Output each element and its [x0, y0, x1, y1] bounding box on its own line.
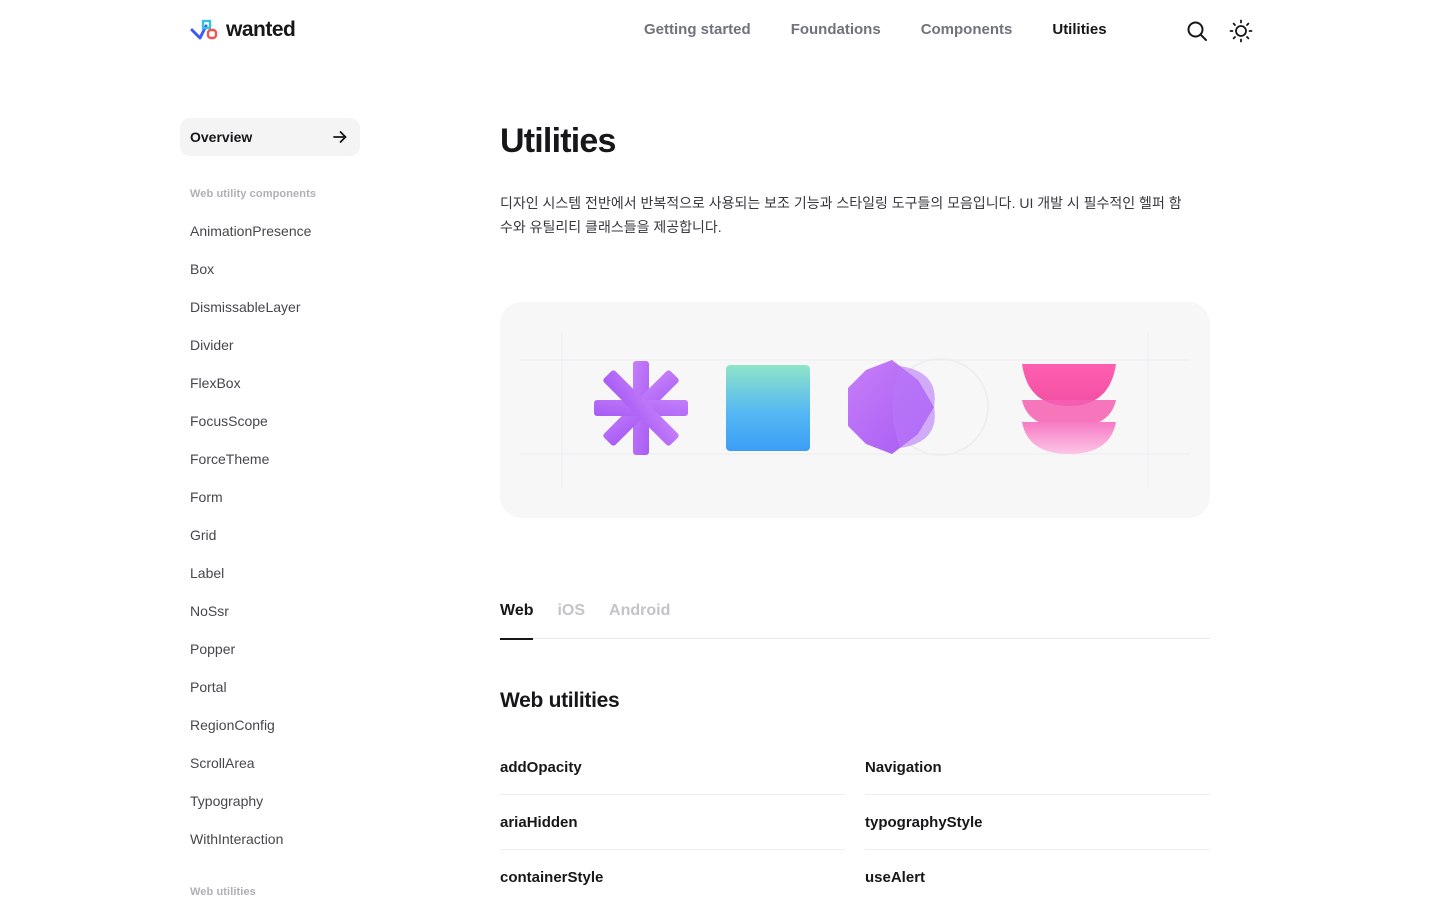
tab-web[interactable]: Web	[500, 594, 534, 640]
wanted-logo-icon	[190, 19, 218, 40]
search-button[interactable]	[1185, 19, 1209, 43]
sidebar-item-forcetheme[interactable]: ForceTheme	[180, 440, 360, 478]
sidebar-item-regionconfig[interactable]: RegionConfig	[180, 706, 360, 744]
stacked-semicircles-shape	[1022, 364, 1116, 454]
theme-toggle-button[interactable]	[1229, 19, 1253, 43]
nav-components[interactable]: Components	[921, 21, 1013, 38]
platform-tabs: Web iOS Android	[500, 594, 1210, 640]
nav-utilities[interactable]: Utilities	[1052, 21, 1106, 38]
sidebar: Overview Web utility components Animatio…	[180, 118, 360, 900]
sidebar-item-nossr[interactable]: NoSsr	[180, 592, 360, 630]
sidebar-item-grid[interactable]: Grid	[180, 516, 360, 554]
top-header: wanted Getting started Foundations Compo…	[0, 0, 1440, 62]
sidebar-overview-link[interactable]: Overview	[180, 118, 360, 156]
utility-link[interactable]: containerStyle	[500, 850, 845, 900]
sidebar-item-box[interactable]: Box	[180, 250, 360, 288]
arrow-right-icon	[333, 131, 347, 143]
utilities-list: addOpacity Navigation ariaHidden typogra…	[500, 740, 1210, 900]
search-icon	[1187, 21, 1207, 41]
utility-link[interactable]: addOpacity	[500, 740, 845, 795]
square-shape	[726, 365, 810, 451]
sidebar-item-popper[interactable]: Popper	[180, 630, 360, 668]
sun-icon	[1229, 19, 1253, 43]
nav-getting-started[interactable]: Getting started	[644, 21, 751, 38]
tab-android[interactable]: Android	[609, 594, 670, 639]
sidebar-section-title-web-utilities: Web utilities	[190, 886, 256, 898]
sidebar-item-form[interactable]: Form	[180, 478, 360, 516]
tab-ios[interactable]: iOS	[557, 594, 585, 639]
hero-illustration	[500, 302, 1210, 518]
sidebar-item-typography[interactable]: Typography	[180, 782, 360, 820]
header-actions	[1185, 19, 1253, 43]
hero-shapes-graphic	[520, 332, 1190, 488]
overview-label: Overview	[190, 129, 253, 145]
top-navigation: Getting started Foundations Components U…	[644, 21, 1107, 38]
utility-link[interactable]: Navigation	[865, 740, 1210, 795]
sidebar-item-scrollarea[interactable]: ScrollArea	[180, 744, 360, 782]
sidebar-section-title: Web utility components	[190, 188, 317, 200]
brand-logo[interactable]: wanted	[190, 18, 296, 42]
section-title: Web utilities	[500, 689, 620, 712]
sidebar-list: AnimationPresence Box DismissableLayer D…	[180, 212, 360, 858]
sidebar-item-focusscope[interactable]: FocusScope	[180, 402, 360, 440]
sidebar-item-dismissablelayer[interactable]: DismissableLayer	[180, 288, 360, 326]
sidebar-item-withinteraction[interactable]: WithInteraction	[180, 820, 360, 858]
utility-link[interactable]: typographyStyle	[865, 795, 1210, 850]
utility-link[interactable]: useAlert	[865, 850, 1210, 900]
sidebar-item-flexbox[interactable]: FlexBox	[180, 364, 360, 402]
main-content: Utilities 디자인 시스템 전반에서 반복적으로 사용되는 보조 기능과…	[500, 118, 1210, 886]
sidebar-item-divider[interactable]: Divider	[180, 326, 360, 364]
brand-name: wanted	[226, 18, 296, 41]
sidebar-item-animationpresence[interactable]: AnimationPresence	[180, 212, 360, 250]
page-description: 디자인 시스템 전반에서 반복적으로 사용되는 보조 기능과 스타일링 도구들의…	[500, 195, 1182, 235]
sidebar-item-portal[interactable]: Portal	[180, 668, 360, 706]
utility-link[interactable]: ariaHidden	[500, 795, 845, 850]
nav-foundations[interactable]: Foundations	[791, 21, 881, 38]
asterisk-shape	[594, 361, 688, 455]
sidebar-item-label[interactable]: Label	[180, 554, 360, 592]
page-title: Utilities	[500, 122, 616, 160]
